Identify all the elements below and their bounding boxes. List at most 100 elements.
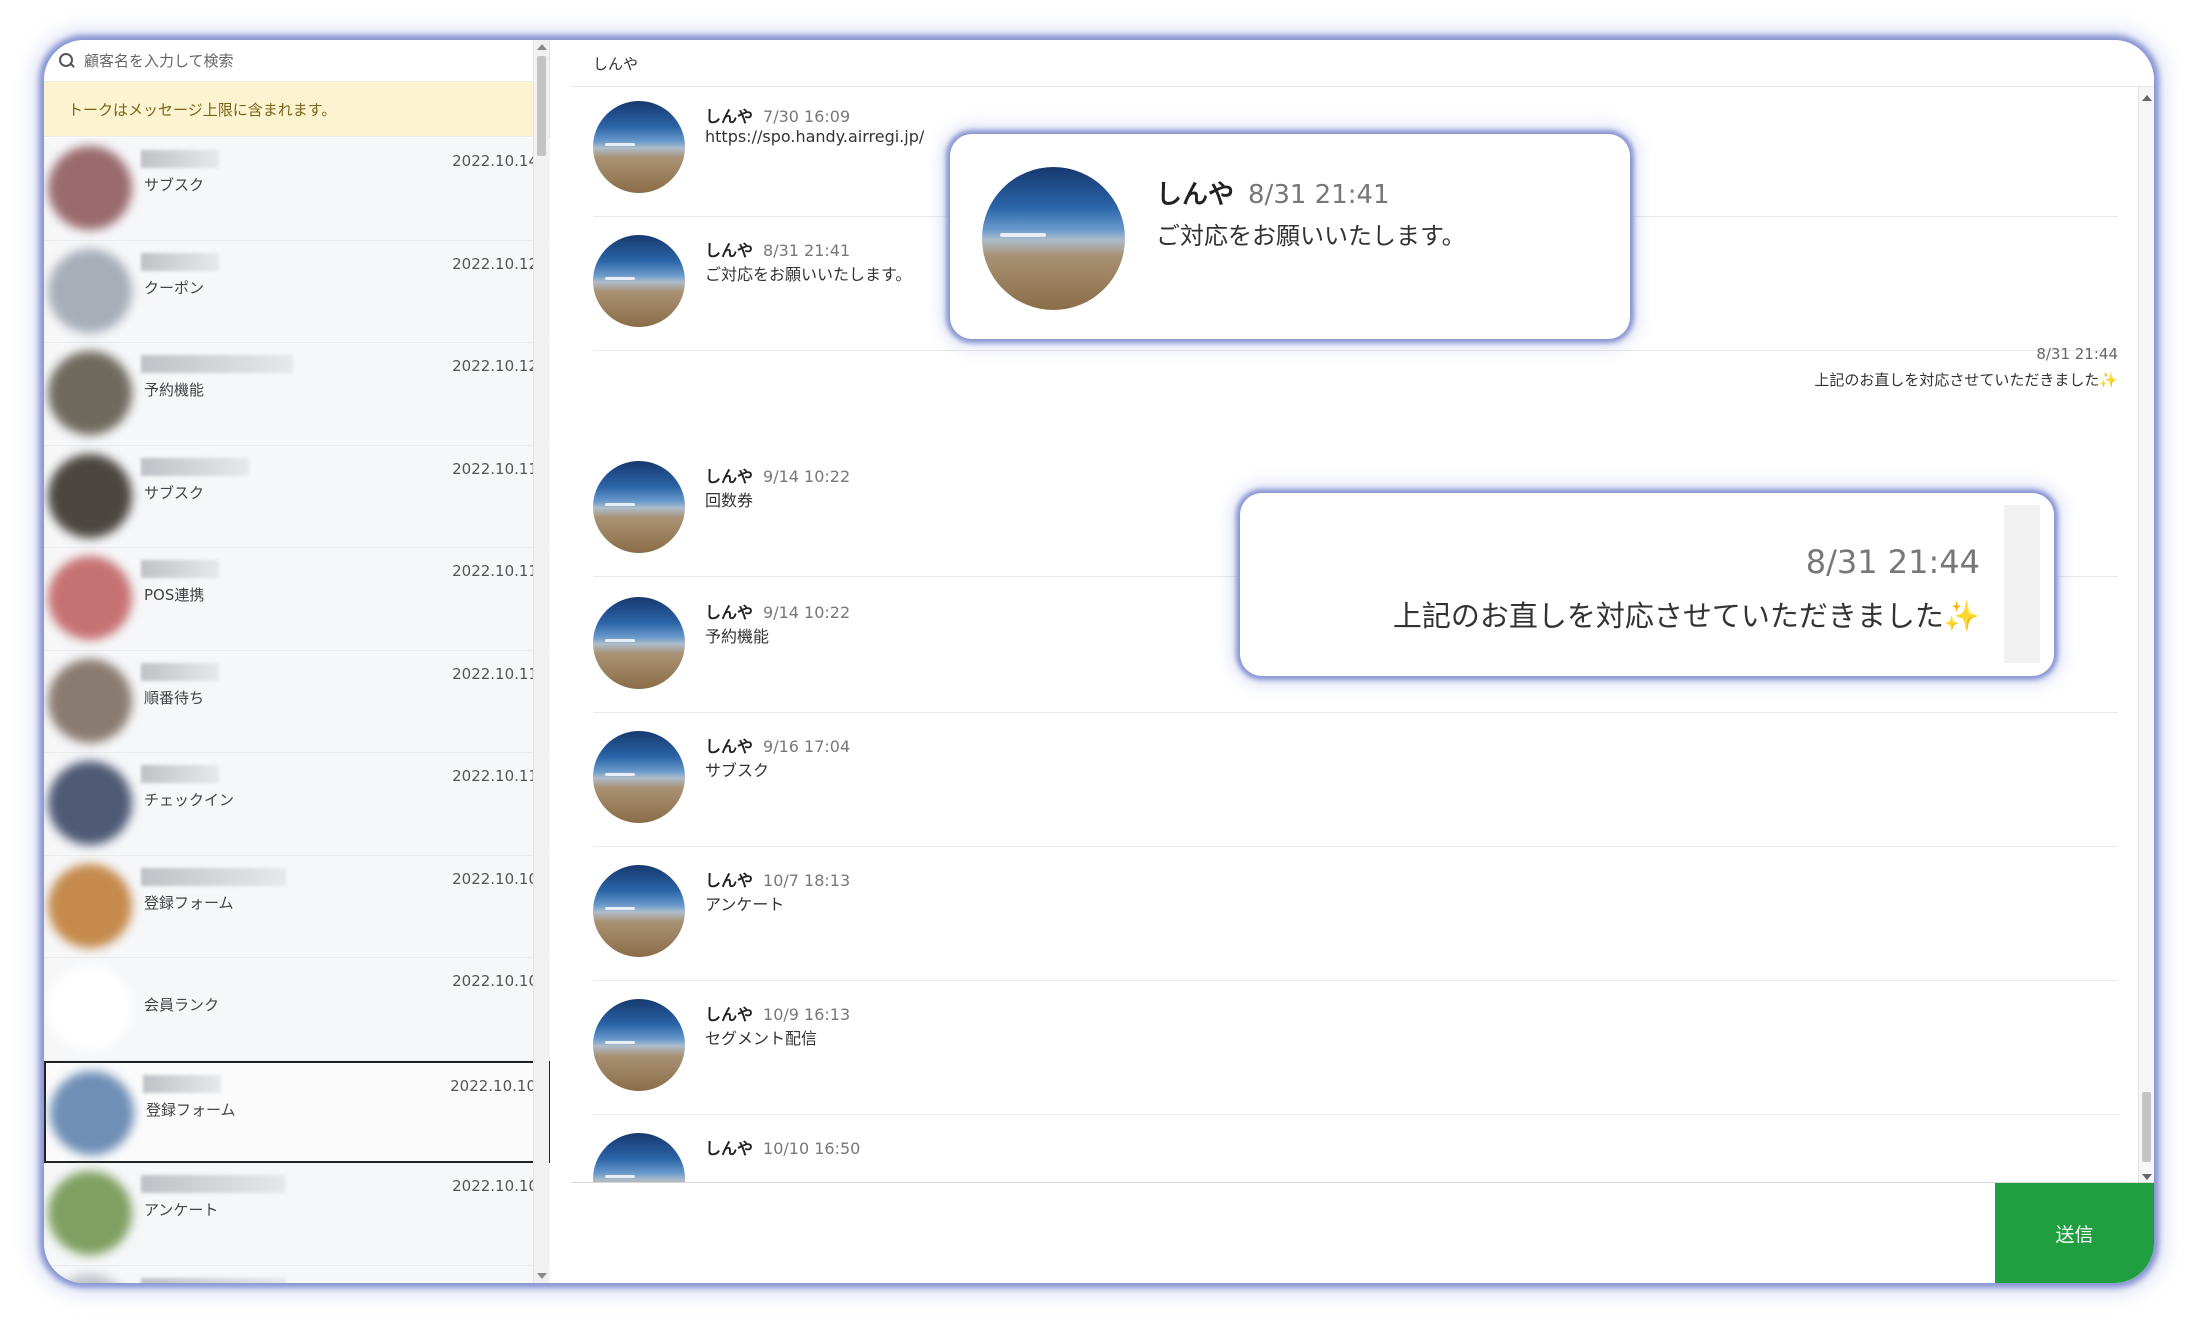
conversation-date: 2022.10.11 [452,664,538,683]
conversation-item[interactable]: 2022.10.10 会員ランク [44,958,550,1061]
conversation-item[interactable]: 2022.10.11 チェックイン [44,753,550,856]
customer-message: しんや 10/10 16:50 [593,1115,2118,1182]
scroll-up-arrow-icon[interactable] [537,44,547,50]
customer-name-redacted [141,765,219,783]
conversation-item[interactable]: 2022.10.12 クーポン [44,240,550,343]
message-text: ご対応をお願いいたします。 [1156,222,1466,250]
conversation-item[interactable]: 2022.10.11 サブスク [44,445,550,548]
conversation-item[interactable]: 2022.10.11 POS連携 [44,548,550,651]
scroll-thumb[interactable] [2142,1092,2151,1162]
conversation-sidebar: トークはメッセージ上限に含まれます。 2022.10.14サブスク2022.10… [44,40,550,1283]
customer-name-redacted [141,252,219,271]
message-input[interactable] [571,1183,1991,1283]
conversation-date: 2022.10.11 [452,767,538,785]
customer-name-redacted [141,457,249,476]
sender-name: しんや [705,241,754,260]
avatar [48,1171,132,1255]
conversation-item[interactable]: 2022.10.10回数券 [44,1265,550,1284]
conversation-preview: アンケート [144,1201,219,1219]
conversation-item[interactable]: 2022.10.10 アンケート [44,1163,550,1266]
message-meta: しんや 9/14 10:22 [705,463,850,487]
chat-header-name: しんや [571,40,2154,87]
conversation-item[interactable]: 2022.10.11 順番待ち [44,650,550,753]
avatar [48,658,132,743]
customer-message: しんや 10/9 16:13 セグメント配信 [593,981,2118,1115]
message-meta: しんや 9/14 10:22 [705,599,850,623]
message-time: 8/31 21:41 [763,241,851,260]
conversation-preview: チェックイン [144,791,235,809]
conversation-item[interactable]: 2022.10.10 登録フォーム [44,855,550,958]
conversation-item[interactable]: 2022.10.14 サブスク [44,138,550,241]
conversation-preview: クーポン [144,278,205,297]
message-meta: しんや 8/31 21:41 [705,237,850,261]
message-meta: しんや 9/16 17:04 [705,733,850,757]
customer-name-redacted [141,867,286,886]
customer-name-redacted [141,1175,286,1193]
avatar [48,863,132,948]
avatar [593,101,685,193]
message-time: 8/31 21:44 [2036,345,2118,363]
sender-name: しんや [705,1005,754,1024]
talk-limit-notice: トークはメッセージ上限に含まれます。 [44,82,549,137]
conversation-preview: POS連携 [144,586,205,604]
zoom-callout-customer-message: しんや 8/31 21:41 ご対応をお願いいたします。 [950,134,1630,339]
scroll-up-arrow-icon[interactable] [2142,95,2152,101]
send-button[interactable]: 送信 [1995,1183,2154,1283]
conversation-item[interactable]: 2022.10.10 登録フォーム [44,1060,550,1163]
sender-name: しんや [705,737,754,756]
customer-name-redacted [143,1074,221,1093]
conversation-item[interactable]: 2022.10.12 予約機能 [44,343,550,446]
conversation-preview: 会員ランク [144,996,220,1014]
customer-message: しんや 10/7 18:13 アンケート [593,847,2118,981]
scroll-down-arrow-icon[interactable] [537,1273,547,1279]
message-time: 9/16 17:04 [763,737,851,756]
conversation-preview: 順番待ち [144,688,205,707]
scroll-down-arrow-icon[interactable] [2142,1174,2152,1180]
scroll-thumb[interactable] [537,56,546,156]
sender-name: しんや [705,107,754,126]
conversation-date: 2022.10.10 [452,1280,538,1284]
avatar [593,461,685,553]
message-text: アンケート [705,895,785,914]
customer-name-redacted [141,1277,286,1283]
message-time: 10/9 16:13 [763,1005,851,1024]
avatar [593,999,685,1091]
avatar [982,167,1125,310]
chat-scrollbar[interactable] [2138,87,2154,1182]
conversation-date: 2022.10.14 [452,152,538,170]
avatar [48,248,132,333]
message-meta: しんや 10/7 18:13 [705,867,850,891]
message-time: 10/10 16:50 [763,1139,861,1158]
conversation-preview: サブスク [144,483,205,502]
message-time: 8/31 21:44 [1805,543,1980,581]
conversation-date: 2022.10.12 [452,254,538,273]
avatar [48,761,132,845]
own-message: 8/31 21:44 上記のお直しを対応させていただきました✨ [1814,345,2118,390]
avatar [48,453,132,538]
conversation-date: 2022.10.10 [452,1177,538,1195]
customer-name-redacted [141,662,219,681]
message-time: 8/31 21:41 [1248,180,1390,210]
avatar [48,1273,132,1283]
sender-name: しんや [705,871,754,890]
avatar [593,235,685,327]
avatar [593,1133,685,1182]
conversation-date: 2022.10.10 [452,972,538,990]
message-meta: しんや 8/31 21:41 [1156,174,1390,211]
sender-name: しんや [705,467,754,486]
conversation-date: 2022.10.10 [450,1076,536,1095]
conversation-preview: 予約機能 [144,381,205,399]
message-text: 上記のお直しを対応させていただきました✨ [1392,599,1980,633]
customer-name-redacted [141,560,219,578]
search-input[interactable] [84,51,504,70]
message-meta: しんや 7/30 16:09 [705,103,850,127]
message-time: 9/14 10:22 [763,467,851,486]
message-text: 上記のお直しを対応させていただきました✨ [1814,371,2118,389]
avatar [48,966,132,1050]
customer-name-redacted [141,150,219,168]
sidebar-scrollbar[interactable] [533,40,549,1283]
avatar [48,556,132,640]
avatar [593,731,685,823]
message-time: 9/14 10:22 [763,603,851,622]
message-text: 予約機能 [705,627,770,646]
